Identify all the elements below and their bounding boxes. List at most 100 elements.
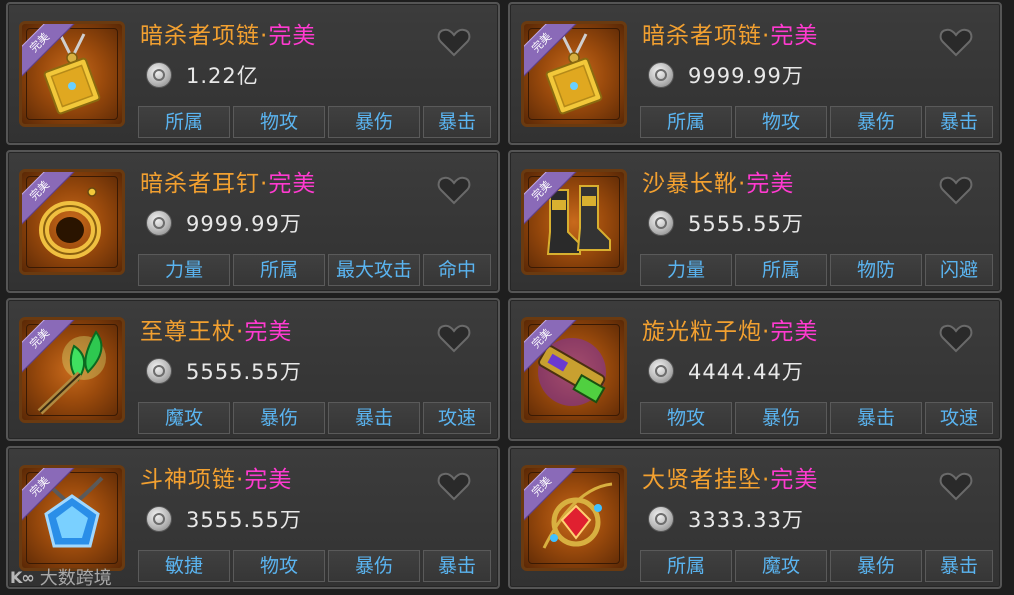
attribute-tags: 敏捷 物攻 暴伤 暴击 (138, 550, 491, 582)
attribute-tag[interactable]: 闪避 (925, 254, 993, 286)
item-name-text: 大贤者挂坠 (642, 467, 762, 493)
heart-icon[interactable] (938, 468, 974, 504)
attribute-tag[interactable]: 最大攻击 (328, 254, 420, 286)
item-price: 9999.99万 (186, 212, 302, 236)
attribute-tag[interactable]: 暴击 (925, 550, 993, 582)
heart-icon[interactable] (436, 468, 472, 504)
attribute-tag[interactable]: 攻速 (423, 402, 491, 434)
attribute-tag[interactable]: 攻速 (925, 402, 993, 434)
item-price: 3555.55万 (186, 508, 302, 532)
attribute-tag[interactable]: 力量 (138, 254, 230, 286)
attribute-tag[interactable]: 所属 (138, 106, 230, 138)
attribute-tags: 所属 魔攻 暴伤 暴击 (640, 550, 993, 582)
item-name: 大贤者挂坠·完美 (642, 460, 818, 494)
attribute-tag[interactable]: 命中 (423, 254, 491, 286)
item-price: 1.22亿 (186, 64, 259, 88)
item-icon-frame[interactable]: 完美 (521, 317, 627, 423)
price-row: 3333.33万 (648, 504, 804, 534)
heart-icon[interactable] (436, 172, 472, 208)
attribute-tag[interactable]: 暴击 (423, 106, 491, 138)
item-icon-frame[interactable]: 完美 (19, 21, 125, 127)
attribute-tag[interactable]: 所属 (640, 106, 732, 138)
attribute-tag[interactable]: 暴伤 (830, 550, 922, 582)
item-name: 暗杀者项链·完美 (140, 16, 316, 50)
price-row: 9999.99万 (146, 208, 302, 238)
item-name: 暗杀者耳钉·完美 (140, 164, 316, 198)
price-row: 5555.55万 (146, 356, 302, 386)
item-icon-frame[interactable]: 完美 (521, 169, 627, 275)
attribute-tags: 力量 所属 最大攻击 命中 (138, 254, 491, 286)
attribute-tag[interactable]: 力量 (640, 254, 732, 286)
attribute-tag[interactable]: 物攻 (735, 106, 827, 138)
attribute-tag[interactable]: 暴击 (328, 402, 420, 434)
item-icon-frame[interactable]: 完美 (19, 317, 125, 423)
attribute-tag[interactable]: 暴击 (423, 550, 491, 582)
item-name-text: 沙暴长靴 (642, 171, 738, 197)
attribute-tag[interactable]: 物攻 (640, 402, 732, 434)
item-icon-frame[interactable]: 完美 (521, 21, 627, 127)
silver-coin-icon (146, 506, 172, 532)
item-icon-frame[interactable]: 完美 (19, 169, 125, 275)
attribute-tags: 所属 物攻 暴伤 暴击 (640, 106, 993, 138)
heart-icon[interactable] (938, 320, 974, 356)
silver-coin-icon (146, 62, 172, 88)
attribute-tags: 魔攻 暴伤 暴击 攻速 (138, 402, 491, 434)
price-row: 3555.55万 (146, 504, 302, 534)
item-quality: 完美 (268, 171, 317, 197)
item-name-text: 旋光粒子炮 (642, 319, 762, 345)
item-name: 暗杀者项链·完美 (642, 16, 818, 50)
watermark: K∞ 大数跨境 (10, 564, 112, 590)
item-card[interactable]: 完美 大贤者挂坠·完美 3333.33万 所属 魔攻 暴伤 暴击 (508, 446, 1002, 589)
item-card[interactable]: 完美 暗杀者项链·完美 9999.99万 所属 物攻 暴伤 暴击 (508, 2, 1002, 145)
attribute-tag[interactable]: 所属 (640, 550, 732, 582)
item-name-text: 暗杀者项链 (642, 23, 762, 49)
attribute-tag[interactable]: 敏捷 (138, 550, 230, 582)
attribute-tag[interactable]: 暴伤 (233, 402, 325, 434)
item-icon-frame[interactable]: 完美 (19, 465, 125, 571)
watermark-logo: K∞ (10, 567, 35, 587)
item-card[interactable]: 完美 暗杀者耳钉·完美 9999.99万 力量 所属 最大攻击 命中 (6, 150, 500, 293)
attribute-tag[interactable]: 暴伤 (328, 550, 420, 582)
item-card[interactable]: 完美 暗杀者项链·完美 1.22亿 所属 物攻 暴伤 暴击 (6, 2, 500, 145)
item-card[interactable]: 完美 沙暴长靴·完美 5555.55万 力量 所属 物防 闪避 (508, 150, 1002, 293)
item-name-text: 暗杀者耳钉 (140, 171, 260, 197)
attribute-tag[interactable]: 暴伤 (735, 402, 827, 434)
attribute-tag[interactable]: 魔攻 (138, 402, 230, 434)
item-name-text: 斗神项链 (140, 467, 236, 493)
attribute-tag[interactable]: 物攻 (233, 106, 325, 138)
attribute-tag[interactable]: 暴伤 (830, 106, 922, 138)
item-name-text: 暗杀者项链 (140, 23, 260, 49)
price-row: 4444.44万 (648, 356, 804, 386)
watermark-text: 大数跨境 (39, 568, 112, 589)
attribute-tag[interactable]: 魔攻 (735, 550, 827, 582)
price-row: 1.22亿 (146, 60, 259, 90)
heart-icon[interactable] (938, 24, 974, 60)
item-quality: 完美 (244, 319, 293, 345)
attribute-tag[interactable]: 物防 (830, 254, 922, 286)
item-icon-frame[interactable]: 完美 (521, 465, 627, 571)
attribute-tags: 所属 物攻 暴伤 暴击 (138, 106, 491, 138)
attribute-tag[interactable]: 物攻 (233, 550, 325, 582)
attribute-tag[interactable]: 所属 (233, 254, 325, 286)
attribute-tag[interactable]: 暴伤 (328, 106, 420, 138)
item-grid: 完美 暗杀者项链·完美 1.22亿 所属 物攻 暴伤 暴击 完美 暗杀者项链·完… (0, 0, 1014, 595)
item-quality: 完美 (244, 467, 293, 493)
attribute-tag[interactable]: 暴击 (830, 402, 922, 434)
attribute-tag[interactable]: 暴击 (925, 106, 993, 138)
attribute-tag[interactable]: 所属 (735, 254, 827, 286)
item-price: 5555.55万 (688, 212, 804, 236)
item-name: 斗神项链·完美 (140, 460, 292, 494)
item-name: 旋光粒子炮·完美 (642, 312, 818, 346)
item-price: 9999.99万 (688, 64, 804, 88)
heart-icon[interactable] (436, 320, 472, 356)
item-card[interactable]: 完美 旋光粒子炮·完美 4444.44万 物攻 暴伤 暴击 攻速 (508, 298, 1002, 441)
heart-icon[interactable] (938, 172, 974, 208)
item-quality: 完美 (770, 319, 819, 345)
item-name: 至尊王杖·完美 (140, 312, 292, 346)
item-quality: 完美 (268, 23, 317, 49)
heart-icon[interactable] (436, 24, 472, 60)
item-quality: 完美 (746, 171, 795, 197)
item-price: 5555.55万 (186, 360, 302, 384)
silver-coin-icon (146, 210, 172, 236)
item-card[interactable]: 完美 至尊王杖·完美 5555.55万 魔攻 暴伤 暴击 攻速 (6, 298, 500, 441)
